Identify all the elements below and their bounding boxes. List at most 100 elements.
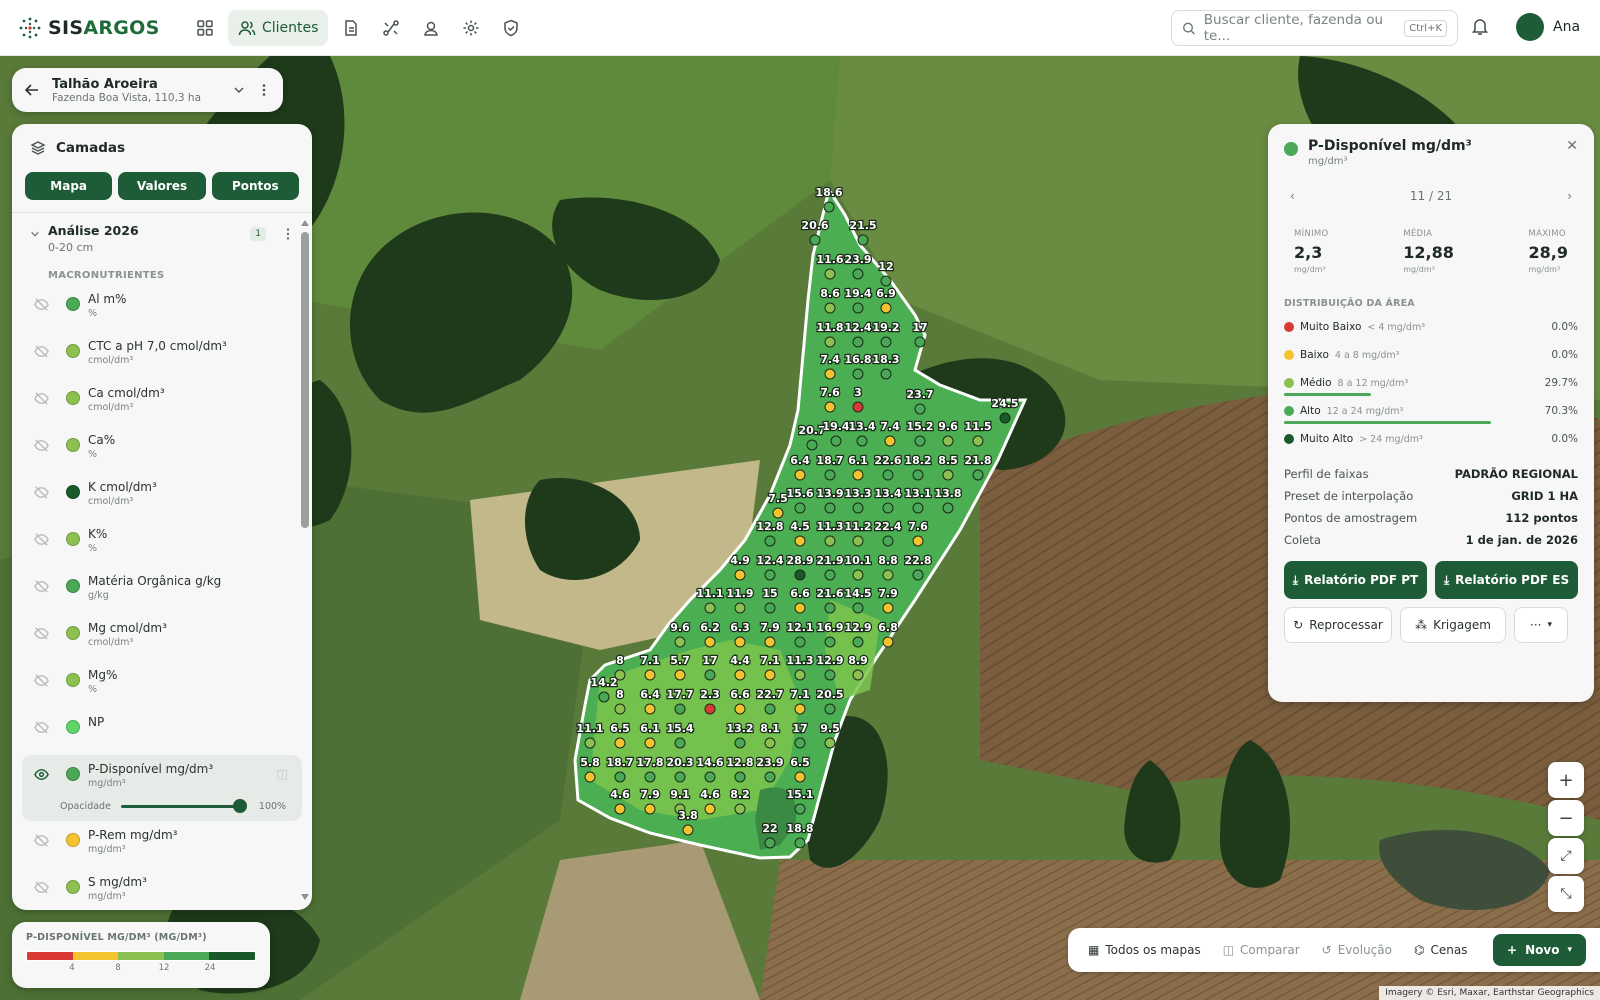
sample-marker[interactable] xyxy=(824,636,836,648)
eye-icon[interactable] xyxy=(34,767,50,785)
eye-off-icon[interactable] xyxy=(34,532,50,550)
fullscreen-button[interactable]: ⤡ xyxy=(1548,876,1584,912)
layer-item[interactable]: P-Disponível mg/dm³ mg/dm³ ◫ Opacidade 100% xyxy=(22,755,302,821)
sample-marker[interactable] xyxy=(644,737,656,749)
analysis-group[interactable]: Análise 2026 0-20 cm 1 xyxy=(12,213,312,254)
all-maps-button[interactable]: ▦ Todos os mapas xyxy=(1088,943,1201,957)
layer-item[interactable]: S mg/dm³ mg/dm³ xyxy=(12,868,312,910)
sample-marker[interactable] xyxy=(824,737,836,749)
sample-marker[interactable] xyxy=(852,302,864,314)
sample-marker[interactable] xyxy=(794,535,806,547)
sample-marker[interactable] xyxy=(794,803,806,815)
sample-marker[interactable] xyxy=(764,837,776,849)
sample-marker[interactable] xyxy=(824,368,836,380)
sample-marker[interactable] xyxy=(999,412,1011,424)
sample-marker[interactable] xyxy=(674,771,686,783)
avatar[interactable] xyxy=(1516,13,1544,41)
sample-marker[interactable] xyxy=(856,435,868,447)
sample-marker[interactable] xyxy=(734,771,746,783)
sample-marker[interactable] xyxy=(674,636,686,648)
sample-marker[interactable] xyxy=(852,401,864,413)
sample-marker[interactable] xyxy=(882,469,894,481)
sample-marker[interactable] xyxy=(614,803,626,815)
sample-marker[interactable] xyxy=(882,636,894,648)
sample-marker[interactable] xyxy=(764,535,776,547)
compare-button[interactable]: ◫ Comparar xyxy=(1223,943,1300,957)
sample-marker[interactable] xyxy=(914,336,926,348)
sample-marker[interactable] xyxy=(912,502,924,514)
sample-marker[interactable] xyxy=(734,669,746,681)
sample-marker[interactable] xyxy=(912,569,924,581)
layer-item[interactable]: NP xyxy=(12,708,312,755)
new-button[interactable]: + Novo ▾ xyxy=(1493,934,1586,966)
eye-off-icon[interactable] xyxy=(34,880,50,898)
sample-marker[interactable] xyxy=(644,669,656,681)
sample-marker[interactable] xyxy=(614,771,626,783)
sample-marker[interactable] xyxy=(942,502,954,514)
sample-marker[interactable] xyxy=(794,636,806,648)
eye-off-icon[interactable] xyxy=(34,485,50,503)
opacity-slider-knob[interactable] xyxy=(232,799,247,813)
opacity-slider[interactable] xyxy=(120,799,247,813)
sample-marker[interactable] xyxy=(852,636,864,648)
sample-marker[interactable] xyxy=(794,569,806,581)
eye-off-icon[interactable] xyxy=(34,391,50,409)
sample-marker[interactable] xyxy=(764,602,776,614)
sample-marker[interactable] xyxy=(794,602,806,614)
sample-marker[interactable] xyxy=(682,824,694,836)
user-badge-icon[interactable] xyxy=(414,11,448,45)
sample-marker[interactable] xyxy=(584,737,596,749)
eye-off-icon[interactable] xyxy=(34,438,50,456)
more-vertical-icon[interactable] xyxy=(257,83,271,97)
sample-marker[interactable] xyxy=(972,469,984,481)
sample-marker[interactable] xyxy=(824,569,836,581)
evolution-button[interactable]: ↺ Evolução xyxy=(1322,943,1392,957)
sample-marker[interactable] xyxy=(704,771,716,783)
sample-marker[interactable] xyxy=(852,469,864,481)
sample-marker[interactable] xyxy=(644,803,656,815)
bell-icon[interactable] xyxy=(1470,16,1490,36)
sample-marker[interactable] xyxy=(824,302,836,314)
more-vertical-icon[interactable] xyxy=(282,227,294,241)
sample-marker[interactable] xyxy=(704,636,716,648)
layer-item[interactable]: Matéria Orgânica g/kg g/kg xyxy=(12,567,312,614)
eye-off-icon[interactable] xyxy=(34,673,50,691)
columns-icon[interactable]: ◫ xyxy=(277,767,288,781)
layer-item[interactable]: Ca%% xyxy=(12,426,312,473)
layer-item[interactable]: CTC a pH 7,0 cmol/dm³ cmol/dm³ xyxy=(12,332,312,379)
sample-marker[interactable] xyxy=(852,535,864,547)
dashboard-icon[interactable] xyxy=(188,11,222,45)
eye-off-icon[interactable] xyxy=(34,626,50,644)
sample-marker[interactable] xyxy=(912,535,924,547)
sample-marker[interactable] xyxy=(824,669,836,681)
zoom-out-button[interactable]: − xyxy=(1548,800,1584,836)
sample-marker[interactable] xyxy=(704,669,716,681)
sample-marker[interactable] xyxy=(794,502,806,514)
reprocess-button[interactable]: ↻ Reprocessar xyxy=(1284,607,1392,643)
sample-marker[interactable] xyxy=(912,469,924,481)
nav-clientes[interactable]: Clientes xyxy=(228,9,329,46)
sample-marker[interactable] xyxy=(809,234,821,246)
sample-marker[interactable] xyxy=(734,737,746,749)
sample-marker[interactable] xyxy=(882,569,894,581)
sample-marker[interactable] xyxy=(942,435,954,447)
eye-off-icon[interactable] xyxy=(34,344,50,362)
sample-marker[interactable] xyxy=(852,268,864,280)
sample-marker[interactable] xyxy=(914,403,926,415)
sample-marker[interactable] xyxy=(794,837,806,849)
user-name[interactable]: Ana xyxy=(1553,19,1580,35)
sample-marker[interactable] xyxy=(824,268,836,280)
sample-marker[interactable] xyxy=(852,502,864,514)
brand-logo[interactable]: SISARGOS xyxy=(18,16,178,40)
sample-marker[interactable] xyxy=(614,703,626,715)
more-actions-button[interactable]: ··· ▾ xyxy=(1514,607,1568,643)
layer-item[interactable]: Ca cmol/dm³ cmol/dm³ xyxy=(12,379,312,426)
sample-marker[interactable] xyxy=(734,803,746,815)
next-arrow-icon[interactable]: › xyxy=(1567,189,1572,203)
sample-marker[interactable] xyxy=(852,336,864,348)
zoom-in-button[interactable]: + xyxy=(1548,762,1584,798)
sample-marker[interactable] xyxy=(823,201,835,213)
sample-marker[interactable] xyxy=(734,703,746,715)
sample-marker[interactable] xyxy=(824,401,836,413)
shield-icon[interactable] xyxy=(494,11,528,45)
